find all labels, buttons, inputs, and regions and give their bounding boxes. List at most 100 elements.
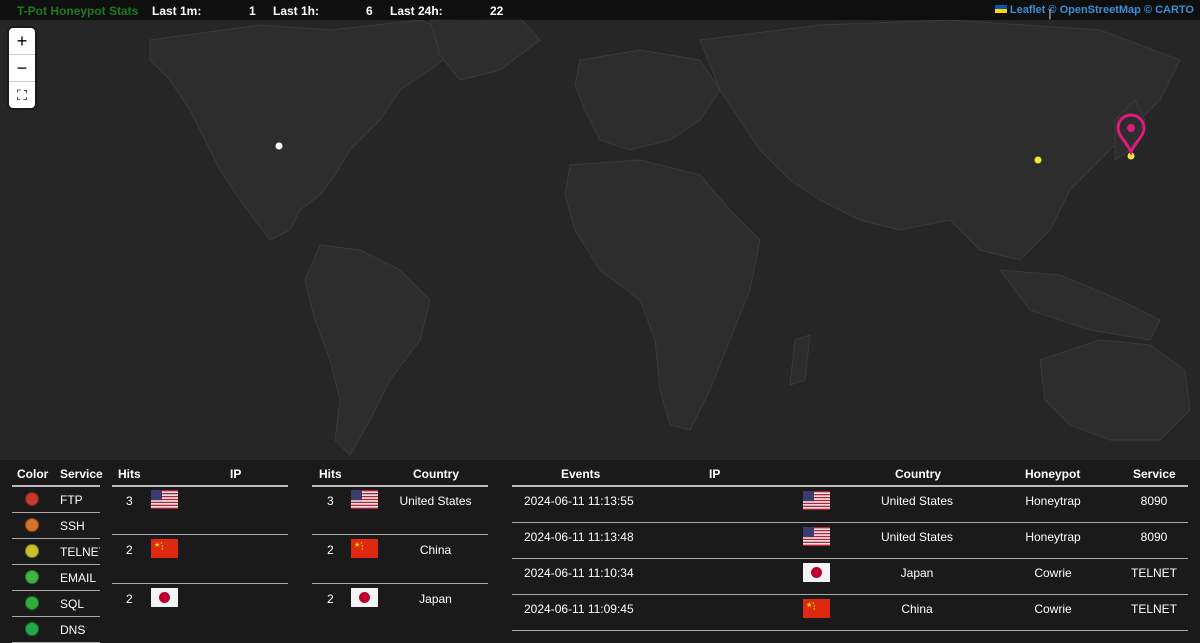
event-service-cell: 8090 <box>1140 530 1168 544</box>
event-row-rule <box>512 594 1188 595</box>
country-name-cell: Japan <box>419 592 452 606</box>
event-time-cell: 2024-06-11 11:13:55 <box>524 494 634 508</box>
us-marker[interactable] <box>275 142 283 150</box>
event-service-cell: TELNET <box>1130 566 1177 580</box>
event-time-cell: 2024-06-11 11:13:48 <box>524 530 634 544</box>
country-hits-header: Hits <box>319 467 342 481</box>
zoom-out-button[interactable]: − <box>9 55 35 82</box>
ip-hits-cell: 3 <box>126 494 133 508</box>
legend-service-label: SQL <box>60 597 85 611</box>
event-honeypot-cell: Honeytrap <box>1025 494 1081 508</box>
events-header-rule <box>512 485 1188 487</box>
map-pin-center <box>1127 124 1135 132</box>
zoom-control: + − ⛶ <box>9 28 35 108</box>
svg-text:★: ★ <box>161 547 164 551</box>
event-us-flag-icon <box>803 491 830 510</box>
legend-header-rule <box>12 485 100 487</box>
events-service-header: Service <box>1133 467 1176 481</box>
legend-service-label: EMAIL <box>60 571 97 585</box>
events-header: Events <box>561 467 601 481</box>
brand-title[interactable]: T-Pot Honeypot Stats <box>17 4 138 18</box>
ip-cn-flag-icon: ★ ★ ★ ★ <box>151 539 178 558</box>
events-ip-header: IP <box>709 467 721 481</box>
osm-link[interactable]: © OpenStreetMap <box>1048 4 1140 16</box>
svg-text:★: ★ <box>361 547 364 551</box>
country-row-rule <box>312 583 488 584</box>
ip-jp-flag-icon <box>151 588 178 607</box>
ip-hits-header: Hits <box>118 467 141 481</box>
country-header: Country <box>413 467 459 481</box>
service-color-dot <box>25 492 39 506</box>
map-attribution: Leaflet | © OpenStreetMap © CARTO <box>994 4 1194 20</box>
country-name-cell: China <box>419 543 452 557</box>
ip-header: IP <box>230 467 242 481</box>
legend-row-rule <box>12 512 100 513</box>
event-country-cell: United States <box>880 530 954 544</box>
china-marker[interactable] <box>1034 156 1042 164</box>
legend-row-rule <box>12 564 100 565</box>
last-1m-value: 1 <box>249 4 256 18</box>
country-hits-cell: 3 <box>327 494 334 508</box>
legend-row-rule <box>12 538 100 539</box>
country-name-cell: United States <box>399 494 472 508</box>
last-1h-label: Last 1h: <box>273 4 320 18</box>
legend-service-label: FTP <box>60 493 83 507</box>
event-time-cell: 2024-06-11 11:09:45 <box>524 602 634 616</box>
legend-color-header: Color <box>17 467 49 481</box>
event-jp-flag-icon <box>803 563 830 582</box>
event-country-cell: China <box>901 602 933 616</box>
legend-panel: Color Service FTP SSH TELNET EMAIL SQL DNS <box>0 460 105 643</box>
last-24h-label: Last 24h: <box>390 4 443 18</box>
attribution-separator: | <box>1048 8 1052 20</box>
service-color-dot <box>25 596 39 610</box>
country-panel: Hits Country 3 United States 2 ★ ★ ★ ★ China 2 Ja… <box>310 460 495 627</box>
country-jp-flag-icon <box>351 588 378 607</box>
ip-hits-cell: 2 <box>126 543 133 557</box>
events-country-header: Country <box>895 467 941 481</box>
ip-hits-cell: 2 <box>126 592 133 606</box>
stats-bar: T-Pot Honeypot Stats Last 1m: 1 Last 1h:… <box>0 0 1200 20</box>
legend-row-rule <box>12 616 100 617</box>
country-cn-flag-icon: ★ ★ ★ ★ <box>351 539 378 558</box>
last-1m-label: Last 1m: <box>152 4 202 18</box>
ip-us-flag-icon <box>151 490 178 509</box>
event-country-cell: United States <box>880 494 954 508</box>
event-honeypot-cell: Cowrie <box>1034 566 1072 580</box>
leaflet-link[interactable]: Leaflet <box>1010 4 1045 16</box>
event-service-cell: 8090 <box>1140 494 1168 508</box>
zoom-in-button[interactable]: + <box>9 28 35 55</box>
event-country-cell: Japan <box>900 566 934 580</box>
carto-link[interactable]: © CARTO <box>1144 4 1194 16</box>
event-cn-flag-icon: ★ ★ ★ ★ <box>803 599 830 618</box>
country-row-rule <box>312 534 488 535</box>
event-honeypot-cell: Honeytrap <box>1025 530 1081 544</box>
events-honeypot-header: Honeypot <box>1025 467 1081 481</box>
world-map[interactable] <box>0 0 1200 460</box>
service-color-dot <box>25 570 39 584</box>
legend-service-header: Service <box>60 467 103 481</box>
svg-text:★: ★ <box>813 607 816 611</box>
last-24h-value: 22 <box>490 4 504 18</box>
legend-service-label: DNS <box>60 623 86 637</box>
service-color-dot <box>25 518 39 532</box>
ukraine-flag-icon <box>994 5 1007 13</box>
event-us-flag-icon <box>803 527 830 546</box>
legend-row-rule <box>12 590 100 591</box>
country-hits-cell: 2 <box>327 592 334 606</box>
map-pin-icon[interactable] <box>1116 113 1146 157</box>
event-row-rule <box>512 630 1188 631</box>
event-time-cell: 2024-06-11 11:10:34 <box>524 566 634 580</box>
last-1h-value: 6 <box>366 4 373 18</box>
event-honeypot-cell: Cowrie <box>1034 602 1072 616</box>
legend-service-label: TELNET <box>60 545 100 559</box>
ip-header-rule <box>112 485 288 487</box>
ip-panel: Hits IP 3 2 ★ ★ ★ ★ 2 <box>108 460 293 627</box>
country-hits-cell: 2 <box>327 543 334 557</box>
service-color-dot <box>25 622 39 636</box>
fullscreen-button[interactable]: ⛶ <box>9 82 35 108</box>
event-row-rule <box>512 558 1188 559</box>
event-row-rule <box>512 522 1188 523</box>
service-color-dot <box>25 544 39 558</box>
legend-service-label: SSH <box>60 519 85 533</box>
country-header-rule <box>312 485 488 487</box>
